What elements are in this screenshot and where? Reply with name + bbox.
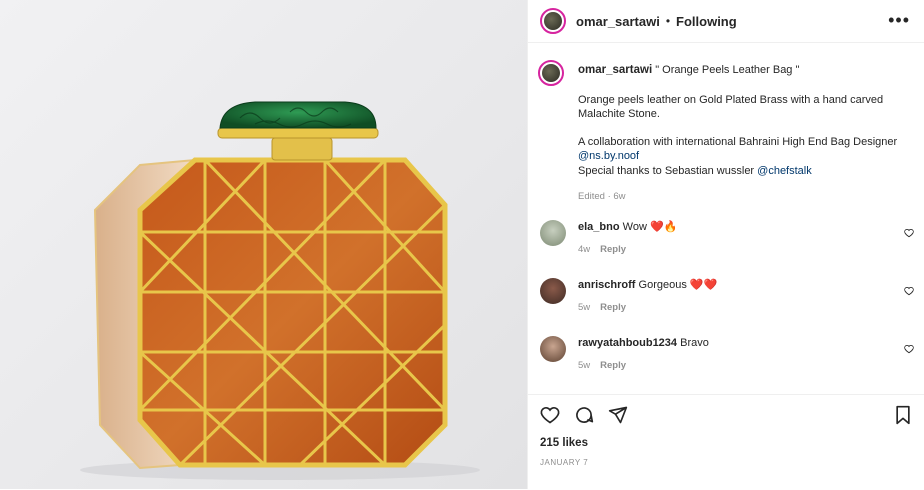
post-actions: 215 likes JANUARY 7 <box>528 394 924 490</box>
more-options-icon[interactable]: ••• <box>888 10 910 31</box>
share-icon[interactable] <box>608 405 628 425</box>
comment-time: 5w <box>578 302 591 313</box>
comment-text: Bravo <box>680 337 709 349</box>
reply-button[interactable]: Reply <box>600 244 626 255</box>
bag-illustration <box>80 101 480 480</box>
caption-username[interactable]: omar_sartawi <box>578 64 652 76</box>
commenter-avatar[interactable] <box>540 336 566 362</box>
commenter-avatar[interactable] <box>540 278 566 304</box>
comment-text: Gorgeous <box>638 279 687 291</box>
post-image[interactable] <box>0 0 527 489</box>
following-button[interactable]: Following <box>676 14 737 29</box>
mention-chefstalk[interactable]: @chefstalk <box>757 165 812 177</box>
comment-emoji: ❤️❤️ <box>689 279 718 291</box>
post-header: omar_sartawi • Following ••• <box>528 0 924 43</box>
comment-time: 4w <box>578 244 591 255</box>
reply-button[interactable]: Reply <box>600 360 626 371</box>
comment-like-heart-icon[interactable] <box>904 286 914 296</box>
instagram-post-view: omar_sartawi • Following ••• omar_sartaw… <box>0 0 924 489</box>
header-separator: • <box>665 14 671 28</box>
bookmark-icon[interactable] <box>894 405 912 425</box>
likes-count[interactable]: 215 likes <box>528 425 924 449</box>
comment-username[interactable]: ela_bno <box>578 221 620 233</box>
comment-like-heart-icon[interactable] <box>904 228 914 238</box>
caption-line-1: Orange peels leather on Gold Plated Bras… <box>578 93 884 121</box>
heart-icon[interactable] <box>540 405 560 425</box>
reply-button[interactable]: Reply <box>600 302 626 313</box>
author-avatar[interactable] <box>540 8 566 34</box>
comment-time: 5w <box>578 360 591 371</box>
comment-item: anrischroff Gorgeous ❤️❤️ 5w Reply <box>528 278 924 313</box>
caption-title: " Orange Peels Leather Bag " <box>652 64 800 76</box>
post-date: JANUARY 7 <box>540 458 589 467</box>
comment-item: ela_bno Wow ❤️🔥 4w Reply <box>528 220 924 255</box>
edited-timestamp: Edited · 6w <box>578 191 626 202</box>
caption-avatar[interactable] <box>538 60 564 86</box>
comment-item: rawyatahboub1234 Bravo 5w Reply <box>528 336 924 371</box>
comment-like-heart-icon[interactable] <box>904 344 914 354</box>
caption-line-3: Special thanks to Sebastian wussler <box>578 164 758 177</box>
post-sidebar: omar_sartawi • Following ••• omar_sartaw… <box>527 0 924 489</box>
comment-text: Wow <box>622 221 647 233</box>
caption-line-2: A collaboration with international Bahra… <box>578 135 898 148</box>
post-caption: omar_sartawi " Orange Peels Leather Bag … <box>528 43 924 205</box>
commenter-avatar[interactable] <box>540 220 566 246</box>
comment-icon[interactable] <box>574 405 594 425</box>
author-username[interactable]: omar_sartawi <box>576 14 660 29</box>
comment-username[interactable]: anrischroff <box>578 279 635 291</box>
comment-username[interactable]: rawyatahboub1234 <box>578 337 677 349</box>
comment-emoji: ❤️🔥 <box>649 221 678 233</box>
mention-ns-by-noof[interactable]: @ns.by.noof <box>578 150 639 162</box>
